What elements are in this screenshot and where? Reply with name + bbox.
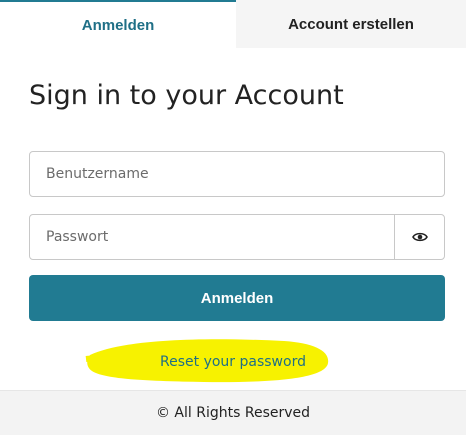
tab-create-account[interactable]: Account erstellen: [236, 0, 466, 48]
page-title: Sign in to your Account: [29, 80, 344, 111]
footer: © All Rights Reserved: [0, 390, 466, 435]
show-password-button[interactable]: [394, 215, 444, 259]
password-input[interactable]: [30, 215, 396, 259]
username-input[interactable]: [29, 151, 445, 197]
reset-password-link[interactable]: Reset your password: [0, 354, 466, 370]
login-button[interactable]: Anmelden: [29, 275, 445, 321]
password-field: [29, 214, 445, 260]
copyright-text: © All Rights Reserved: [155, 405, 311, 421]
tab-login[interactable]: Anmelden: [0, 0, 236, 48]
eye-icon: [411, 232, 428, 242]
tab-bar: Anmelden Account erstellen: [0, 0, 466, 48]
